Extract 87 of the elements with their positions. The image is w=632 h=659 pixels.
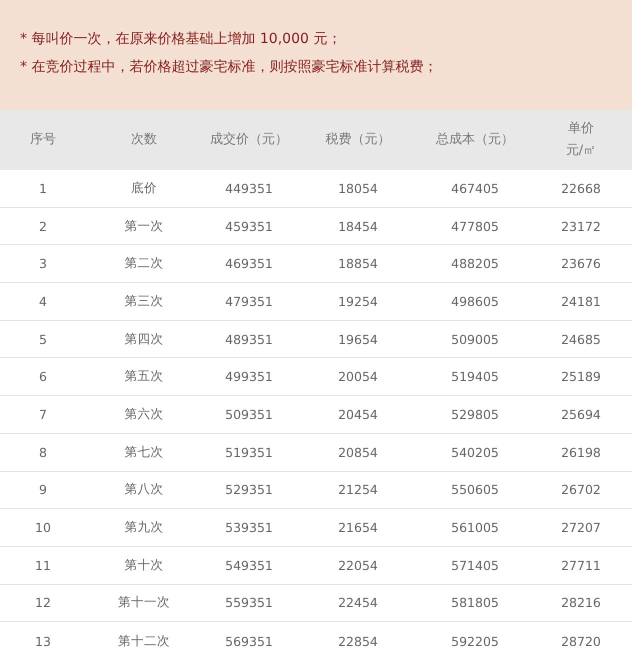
note-text: * 在竞价过程中，若价格超过豪宅标准，则按照豪宅标准计算税费； <box>20 58 438 76</box>
table-cell-text: 20054 <box>337 369 379 384</box>
table-cell-text: 13 <box>34 634 52 649</box>
table-cell-text: 28216 <box>560 595 602 610</box>
table-cell-text: 519351 <box>224 444 274 460</box>
table-cell-text: 26198 <box>560 444 602 460</box>
column-header: 成交价（元） <box>209 131 289 149</box>
table-cell-text: 23172 <box>560 218 602 234</box>
table-cell-text: 509351 <box>224 406 274 422</box>
table-cell-text: 498605 <box>450 294 500 309</box>
table-cell-text: 9 <box>38 482 48 498</box>
table-cell-text: 477805 <box>450 218 500 234</box>
table-cell-text: 549351 <box>224 558 274 573</box>
table-cell-text: 19254 <box>337 294 379 309</box>
table-cell-text: 24181 <box>560 294 602 309</box>
column-header: 序号 <box>29 131 57 149</box>
table-cell-text: 18854 <box>337 256 379 272</box>
table-cell-text: 27711 <box>560 558 602 573</box>
table-cell-text: 540205 <box>450 444 500 460</box>
table-cell-text: 20454 <box>337 406 379 422</box>
table-cell-text: 559351 <box>224 595 274 610</box>
table-cell-text: 479351 <box>224 294 274 309</box>
table-cell-text: 10 <box>34 520 52 536</box>
table-cell-text: 11 <box>34 558 52 573</box>
table-cell-text: 3 <box>38 256 48 272</box>
table-cell-text: 22054 <box>337 558 379 573</box>
table-cell-text: 5 <box>38 332 48 347</box>
column-header: 税费（元） <box>324 131 392 149</box>
table-cell-text: 581805 <box>450 595 500 610</box>
table-cell-text: 467405 <box>450 180 500 196</box>
table-cell-text: 第十次 <box>124 556 164 574</box>
table-cell-text: 第八次 <box>124 481 164 498</box>
table-cell-text: 529805 <box>450 406 500 422</box>
column-header: 次数 <box>130 131 158 149</box>
table-cell-text: 第二次 <box>124 255 164 272</box>
table-cell-text: 第四次 <box>124 330 164 348</box>
table-cell-text: 499351 <box>224 369 274 384</box>
table-cell-text: 2 <box>38 218 48 234</box>
column-header: 总成本（元） <box>435 131 515 149</box>
table-cell-text: 第九次 <box>124 519 164 536</box>
table-cell-text: 22854 <box>337 634 379 649</box>
table-cell-text: 509005 <box>450 332 500 347</box>
table-cell-text: 24685 <box>560 332 602 347</box>
table-cell-text: 20854 <box>337 444 379 460</box>
table-cell-text: 449351 <box>224 180 274 196</box>
table-cell-text: 1 <box>38 180 48 196</box>
table-cell-text: 7 <box>38 406 48 422</box>
table-cell-text: 6 <box>38 369 48 384</box>
table-cell-text: 28720 <box>560 634 602 649</box>
table-cell-text: 26702 <box>560 482 602 498</box>
table-cell-text: 底价 <box>130 180 158 197</box>
table-cell-text: 第十一次 <box>117 594 171 612</box>
table-cell-text: 539351 <box>224 520 274 536</box>
table-cell-text: 22454 <box>337 595 379 610</box>
column-header: 元/㎡ <box>566 142 596 160</box>
table-cell-text: 8 <box>38 444 48 460</box>
table-cell-text: 569351 <box>224 634 274 649</box>
table-cell-text: 571405 <box>450 558 500 573</box>
table-cell-text: 489351 <box>224 332 274 347</box>
table-cell-text: 592205 <box>450 634 500 649</box>
table-cell-text: 25189 <box>560 369 602 384</box>
table-cell-text: 22668 <box>560 180 602 196</box>
table-cell-text: 459351 <box>224 218 274 234</box>
table-cell-text: 550605 <box>450 482 500 498</box>
table-cell-text: 561005 <box>450 520 500 536</box>
table-cell-text: 519405 <box>450 369 500 384</box>
table-cell-text: 529351 <box>224 482 274 498</box>
table-cell-text: 4 <box>38 294 48 309</box>
column-header: 单价 <box>568 120 594 138</box>
table-cell-text: 23676 <box>560 256 602 272</box>
table-cell-text: 18454 <box>337 218 379 234</box>
table-cell-text: 第三次 <box>124 292 164 310</box>
table-cell-text: 18054 <box>337 180 379 196</box>
note-text: * 每叫价一次，在原来价格基础上增加 10,000 元； <box>20 30 342 48</box>
table-cell-text: 25694 <box>560 406 602 422</box>
table-cell-text: 469351 <box>224 256 274 272</box>
table-cell-text: 第一次 <box>124 218 164 235</box>
table-cell-text: 27207 <box>560 520 602 536</box>
table-cell-text: 第十二次 <box>117 632 171 650</box>
table-cell-text: 第五次 <box>124 368 164 386</box>
table-cell-text: 第七次 <box>124 444 164 461</box>
table-cell-text: 21254 <box>337 482 379 498</box>
table-cell-text: 21654 <box>337 520 379 536</box>
table-cell-text: 19654 <box>337 332 379 347</box>
table-cell-text: 488205 <box>450 256 500 272</box>
table-cell-text: 12 <box>34 595 52 610</box>
table-cell-text: 第六次 <box>124 406 164 423</box>
